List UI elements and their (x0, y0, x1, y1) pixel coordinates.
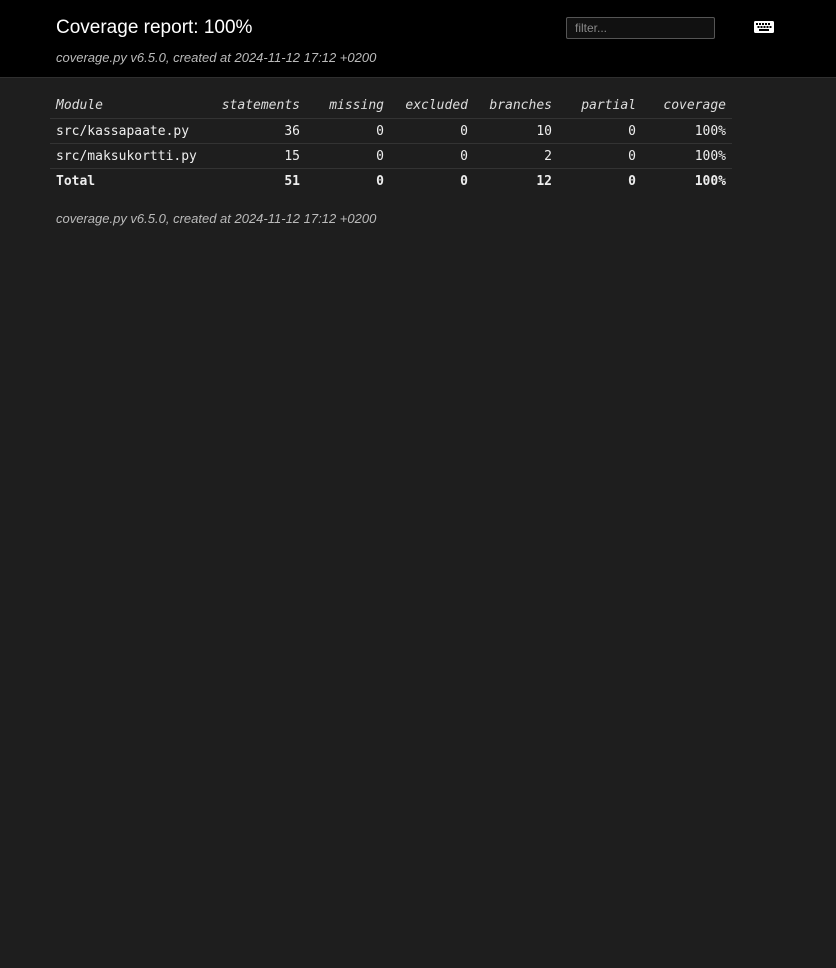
branches-cell: 10 (474, 118, 558, 144)
module-link[interactable]: src/kassapaate.py (50, 118, 212, 144)
table-header-row: Module statements missing excluded branc… (50, 93, 732, 119)
total-branches-cell: 12 (536, 173, 552, 189)
created-info: coverage.py v6.5.0, created at 2024-11-1… (56, 50, 377, 65)
column-header-coverage[interactable]: coverage (642, 93, 732, 119)
column-header-module[interactable]: Module (50, 93, 212, 119)
coverage-cell: 100% (642, 118, 732, 144)
total-row: Total 51 0 0 12 0 100% (50, 169, 732, 194)
column-header-statements[interactable]: statements (212, 93, 306, 119)
page-title: Coverage report: 100% (56, 17, 253, 38)
keyboard-shortcuts-button[interactable] (754, 21, 774, 33)
main-content: Module statements missing excluded branc… (50, 93, 732, 193)
excluded-cell: 0 (390, 143, 474, 169)
column-header-partial[interactable]: partial (558, 93, 642, 119)
partial-cell: 0 (558, 118, 642, 144)
total-partial-cell: 0 (628, 173, 636, 189)
footer-created-info: coverage.py v6.5.0, created at 2024-11-1… (56, 211, 377, 226)
column-header-branches[interactable]: branches (474, 93, 558, 119)
table-row: src/maksukortti.py 15 0 0 2 0 100% (50, 143, 732, 169)
branches-cell: 2 (474, 143, 558, 169)
page-header: Coverage report: 100% coverage.py v6.5.0… (0, 0, 836, 78)
keyboard-icon (754, 21, 774, 33)
column-header-excluded[interactable]: excluded (390, 93, 474, 119)
total-missing-cell: 0 (376, 173, 384, 189)
total-coverage-cell: 100% (694, 173, 726, 189)
total-excluded-cell: 0 (460, 173, 468, 189)
module-link[interactable]: src/maksukortti.py (50, 143, 212, 169)
statements-cell: 15 (212, 143, 306, 169)
missing-cell: 0 (306, 118, 390, 144)
missing-cell: 0 (306, 143, 390, 169)
filter-input[interactable] (566, 17, 715, 39)
table-row: src/kassapaate.py 36 0 0 10 0 100% (50, 118, 732, 144)
excluded-cell: 0 (390, 118, 474, 144)
coverage-cell: 100% (642, 143, 732, 169)
column-header-missing[interactable]: missing (306, 93, 390, 119)
total-statements-cell: 51 (284, 173, 300, 189)
partial-cell: 0 (558, 143, 642, 169)
statements-cell: 36 (212, 118, 306, 144)
total-label: Total (56, 173, 96, 189)
coverage-table: Module statements missing excluded branc… (50, 93, 732, 193)
